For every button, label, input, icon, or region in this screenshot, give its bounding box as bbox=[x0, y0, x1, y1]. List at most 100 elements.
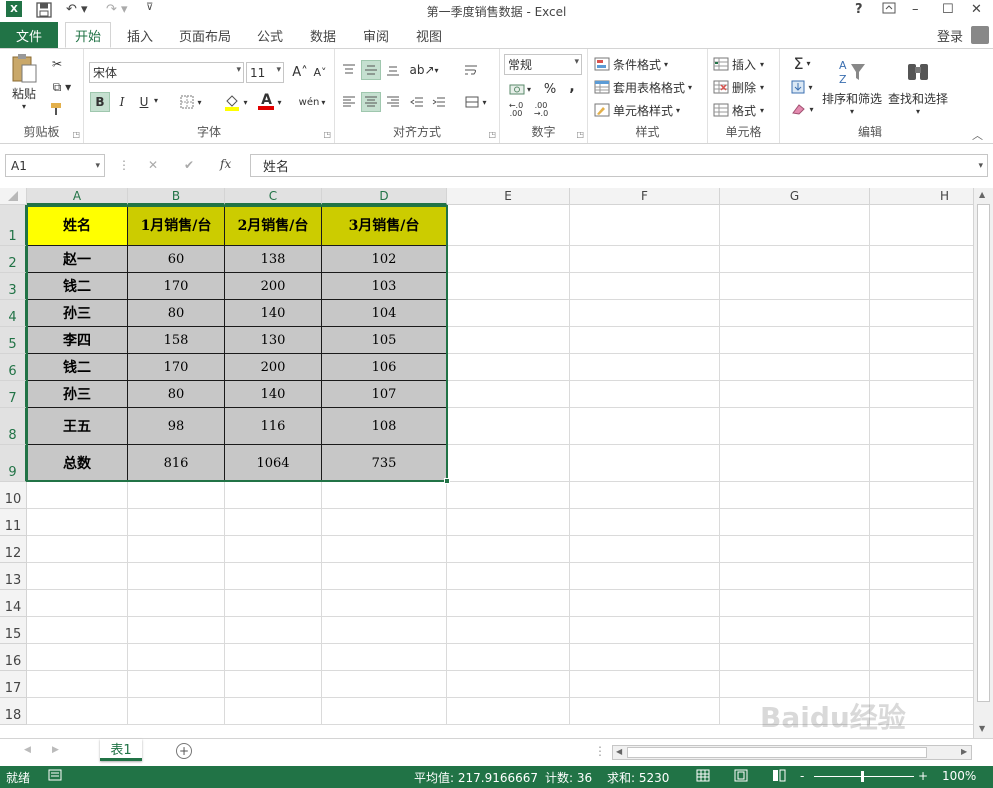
data-cell[interactable]: 1064 bbox=[225, 445, 322, 482]
column-header-b[interactable]: B bbox=[128, 188, 225, 205]
data-cell[interactable]: 102 bbox=[322, 246, 447, 273]
horizontal-scrollbar[interactable]: ◀ ▶ bbox=[612, 745, 972, 760]
data-cell[interactable]: 103 bbox=[322, 273, 447, 300]
row-header-12[interactable]: 12 bbox=[0, 536, 27, 563]
copy-icon[interactable]: ⧉ ▾ bbox=[47, 77, 77, 97]
sheet-tab-1[interactable]: 表1 bbox=[100, 739, 142, 761]
decrease-indent-icon[interactable] bbox=[407, 92, 427, 112]
scroll-left-icon[interactable]: ◀ bbox=[616, 747, 622, 756]
data-cell[interactable]: 138 bbox=[225, 246, 322, 273]
cell[interactable] bbox=[720, 482, 870, 509]
cell[interactable] bbox=[447, 698, 570, 725]
cell-styles-button[interactable]: 单元格样式 ▾ bbox=[594, 101, 680, 119]
orientation-icon[interactable]: ab↗ ▾ bbox=[409, 60, 439, 80]
cell[interactable] bbox=[447, 671, 570, 698]
align-right-icon[interactable] bbox=[383, 92, 403, 112]
data-cell[interactable]: 80 bbox=[128, 381, 225, 408]
data-cell[interactable]: 80 bbox=[128, 300, 225, 327]
wrap-text-icon[interactable] bbox=[461, 60, 481, 80]
column-header-d[interactable]: D bbox=[322, 188, 447, 205]
cell[interactable] bbox=[570, 445, 720, 482]
cell[interactable] bbox=[447, 354, 570, 381]
cell[interactable] bbox=[447, 536, 570, 563]
data-cell[interactable]: 158 bbox=[128, 327, 225, 354]
cell[interactable] bbox=[720, 354, 870, 381]
tab-home[interactable]: 开始 bbox=[65, 22, 111, 48]
format-cells-button[interactable]: 格式 ▾ bbox=[713, 101, 764, 119]
column-header-f[interactable]: F bbox=[570, 188, 720, 205]
header-cell[interactable]: 姓名 bbox=[27, 205, 128, 246]
cell[interactable] bbox=[570, 644, 720, 671]
data-cell[interactable]: 总数 bbox=[27, 445, 128, 482]
cell[interactable] bbox=[128, 482, 225, 509]
autosum-icon[interactable]: Σ ▾ bbox=[786, 53, 818, 73]
cell[interactable] bbox=[128, 563, 225, 590]
cell[interactable] bbox=[447, 327, 570, 354]
tab-insert[interactable]: 插入 bbox=[118, 22, 162, 48]
tab-view[interactable]: 视图 bbox=[407, 22, 451, 48]
header-cell[interactable]: 2月销售/台 bbox=[225, 205, 322, 246]
data-cell[interactable]: 170 bbox=[128, 354, 225, 381]
cancel-icon[interactable]: ✕ bbox=[148, 158, 158, 172]
cell[interactable] bbox=[447, 408, 570, 445]
zoom-level[interactable]: 100% bbox=[942, 769, 976, 783]
cell[interactable] bbox=[447, 246, 570, 273]
sort-filter-button[interactable]: AZ 排序和筛选 ▾ bbox=[820, 55, 884, 119]
cell[interactable] bbox=[322, 482, 447, 509]
data-cell[interactable]: 140 bbox=[225, 300, 322, 327]
cell[interactable] bbox=[27, 644, 128, 671]
cell[interactable] bbox=[570, 327, 720, 354]
zoom-out-icon[interactable]: - bbox=[800, 769, 804, 783]
cell[interactable] bbox=[225, 590, 322, 617]
cell[interactable] bbox=[570, 273, 720, 300]
cell[interactable] bbox=[570, 617, 720, 644]
cell[interactable] bbox=[128, 671, 225, 698]
cell[interactable] bbox=[225, 563, 322, 590]
row-header-5[interactable]: 5 bbox=[0, 327, 27, 354]
prev-sheet-icon[interactable]: ◀ bbox=[24, 745, 31, 755]
shrink-font-button[interactable]: A˅ bbox=[310, 62, 330, 82]
dialog-launcher-icon[interactable]: ◳ bbox=[488, 130, 496, 139]
align-top-icon[interactable] bbox=[339, 60, 359, 80]
currency-button[interactable]: ▾ bbox=[505, 79, 535, 99]
data-cell[interactable]: 200 bbox=[225, 354, 322, 381]
select-all-corner[interactable] bbox=[0, 188, 27, 205]
header-cell[interactable]: 3月销售/台 bbox=[322, 205, 447, 246]
fill-color-button[interactable]: ▾ bbox=[220, 92, 252, 112]
data-cell[interactable]: 赵一 bbox=[27, 246, 128, 273]
cell[interactable] bbox=[225, 617, 322, 644]
delete-cells-button[interactable]: 删除 ▾ bbox=[713, 78, 764, 96]
row-header-18[interactable]: 18 bbox=[0, 698, 27, 725]
tab-formulas[interactable]: 公式 bbox=[248, 22, 292, 48]
row-header-13[interactable]: 13 bbox=[0, 563, 27, 590]
cell[interactable] bbox=[720, 205, 870, 246]
cell[interactable] bbox=[27, 563, 128, 590]
vertical-scrollbar[interactable]: ▲ ▼ bbox=[973, 188, 993, 738]
cell[interactable] bbox=[720, 300, 870, 327]
maximize-icon[interactable]: ☐ bbox=[942, 2, 954, 17]
close-icon[interactable]: ✕ bbox=[971, 2, 982, 17]
data-cell[interactable]: 116 bbox=[225, 408, 322, 445]
data-cell[interactable]: 106 bbox=[322, 354, 447, 381]
column-header-e[interactable]: E bbox=[447, 188, 570, 205]
cell[interactable] bbox=[447, 590, 570, 617]
cell[interactable] bbox=[720, 246, 870, 273]
zoom-in-icon[interactable]: + bbox=[918, 769, 928, 783]
increase-indent-icon[interactable] bbox=[429, 92, 449, 112]
cell[interactable] bbox=[720, 327, 870, 354]
cell[interactable] bbox=[570, 246, 720, 273]
cell[interactable] bbox=[570, 381, 720, 408]
formula-input[interactable]: 姓名 ▾ bbox=[250, 154, 988, 177]
cell[interactable] bbox=[570, 205, 720, 246]
borders-button[interactable]: ▾ bbox=[176, 92, 206, 112]
data-cell[interactable]: 140 bbox=[225, 381, 322, 408]
scroll-right-icon[interactable]: ▶ bbox=[961, 747, 967, 756]
help-icon[interactable]: ? bbox=[855, 2, 863, 17]
comma-button[interactable]: , bbox=[562, 77, 582, 97]
cell[interactable] bbox=[447, 273, 570, 300]
cell[interactable] bbox=[720, 590, 870, 617]
row-header-14[interactable]: 14 bbox=[0, 590, 27, 617]
zoom-slider-thumb[interactable] bbox=[861, 771, 864, 782]
cell[interactable] bbox=[225, 671, 322, 698]
data-cell[interactable]: 108 bbox=[322, 408, 447, 445]
